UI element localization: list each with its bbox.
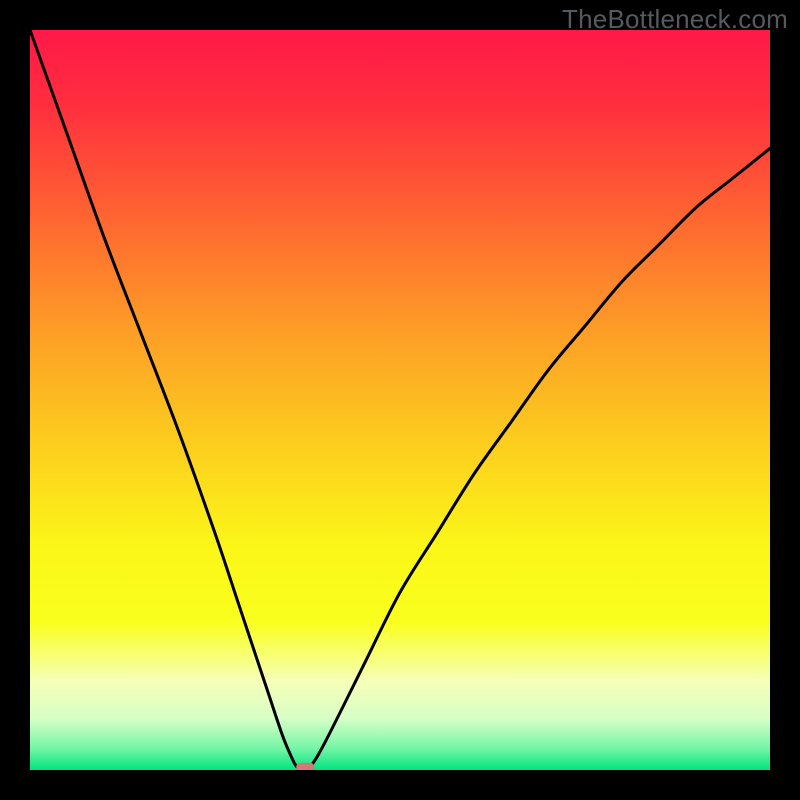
gradient-background <box>30 30 770 770</box>
chart-frame: TheBottleneck.com <box>0 0 800 800</box>
watermark-text: TheBottleneck.com <box>562 4 788 35</box>
bottleneck-curve-chart <box>30 30 770 770</box>
optimum-marker <box>296 763 314 770</box>
plot-area <box>30 30 770 770</box>
